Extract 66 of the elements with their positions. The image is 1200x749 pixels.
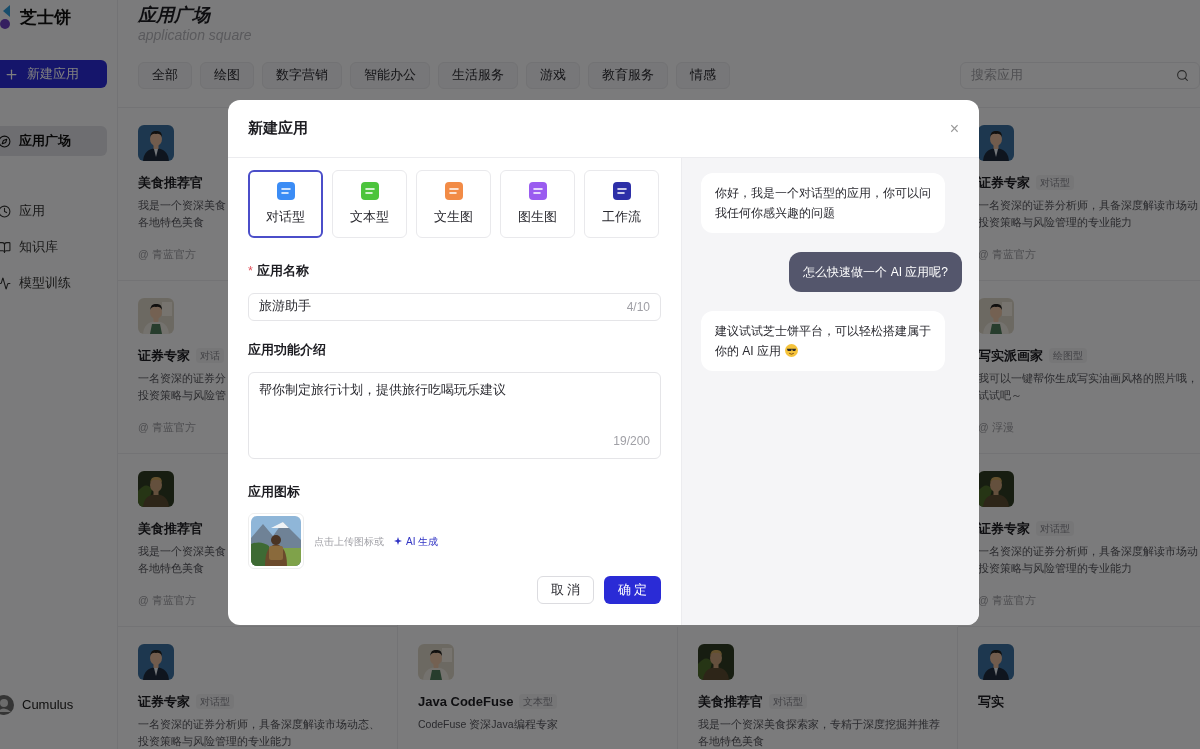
app-description: 各地特色美食 <box>698 733 764 749</box>
user-name: Cumulus <box>22 696 74 715</box>
field-label: 应用功能介绍 <box>248 341 327 359</box>
app-description: 各地特色美食 <box>138 214 204 230</box>
bot-message: 你好，我是一个对话型的应用，你可以问我任何你感兴趣的问题 <box>701 173 945 233</box>
nav-item[interactable]: 知识库 <box>0 232 107 262</box>
plus-icon <box>4 66 19 82</box>
ai-generate-link[interactable]: AI 生成 <box>394 533 439 549</box>
filter-tab[interactable]: 情感 <box>676 62 730 89</box>
app-description: CodeFuse 资深Java编程专家 <box>418 716 558 732</box>
field-value: 帮你制定旅行计划，提供旅行吃喝玩乐建议 <box>259 381 507 399</box>
app-title: 证券专家 <box>138 693 190 711</box>
field-value: 旅游助手 <box>259 298 311 316</box>
filter-tab[interactable]: 游戏 <box>526 62 580 89</box>
field-label: 应用名称 <box>256 262 309 280</box>
nav-item[interactable]: 模型训练 <box>0 268 107 298</box>
nav-item[interactable]: 应用广场 <box>0 126 107 156</box>
filter-tab[interactable]: 数字营销 <box>262 62 342 89</box>
new-app-button[interactable]: 新建应用 <box>0 60 107 88</box>
filter-tab[interactable]: 绘图 <box>200 62 254 89</box>
app-type-option[interactable]: 图生图 <box>500 170 575 238</box>
logo-text: 芝士饼 <box>20 7 71 30</box>
app-type-option[interactable]: 文生图 <box>416 170 491 238</box>
app-type-option[interactable]: 对话型 <box>248 170 323 238</box>
app-intro-field[interactable]: 帮你制定旅行计划，提供旅行吃喝玩乐建议 19/200 <box>248 371 661 459</box>
page-title: 应用广场 <box>138 4 212 27</box>
confirm-button[interactable]: 确 定 <box>604 576 661 604</box>
app-type-option[interactable]: 文本型 <box>332 170 407 238</box>
cancel-button[interactable]: 取 消 <box>537 576 594 604</box>
app-title: Java CodeFuse <box>418 693 514 711</box>
app-title: 证券专家 <box>138 347 190 365</box>
filter-tab[interactable]: 智能办公 <box>350 62 430 89</box>
required-mark: * <box>248 263 253 280</box>
user-message: 怎么快速做一个 AI 应用呢? <box>789 252 962 292</box>
sparkle-icon <box>394 537 402 546</box>
nav-icon <box>0 134 11 148</box>
app-title: 美食推荐官 <box>138 174 203 192</box>
filter-tab[interactable]: 全部 <box>138 62 192 89</box>
app-description: 投资策略与风险管理的专业能力 <box>138 733 292 749</box>
close-button[interactable]: × <box>949 120 959 137</box>
filter-tab[interactable]: 生活服务 <box>438 62 518 89</box>
nav-icon <box>0 204 11 218</box>
char-count: 4/10 <box>626 298 650 316</box>
nav-icon <box>0 276 11 290</box>
upload-hint: 点击上传图标或 <box>314 534 384 549</box>
app-title: 美食推荐官 <box>138 520 203 538</box>
app-name-field[interactable]: 旅游助手 4/10 <box>248 292 661 321</box>
nav-item[interactable]: 应用 <box>0 196 107 226</box>
search-icon <box>1176 69 1189 82</box>
user-avatar <box>0 695 14 715</box>
icon-upload[interactable] <box>248 513 304 570</box>
app-description: 投资策略与风险管 <box>138 387 226 403</box>
filter-tab[interactable]: 教育服务 <box>588 62 668 89</box>
bot-message: 建议试试芝士饼平台，可以轻松搭建属于你的 AI 应用 <box>701 311 945 371</box>
app-title: 写实 <box>978 693 1004 711</box>
field-label: 应用图标 <box>248 483 301 501</box>
app-description: 试试吧～ <box>978 387 1022 403</box>
dialog-title: 新建应用 <box>248 118 308 139</box>
nav-icon <box>0 240 11 254</box>
char-count: 19/200 <box>613 432 650 450</box>
app-title: 美食推荐官 <box>698 693 763 711</box>
app-title: 证券专家 <box>978 520 1030 538</box>
app-title: 证券专家 <box>978 174 1030 192</box>
app-description: 各地特色美食 <box>138 560 204 576</box>
app-type-option[interactable]: 工作流 <box>584 170 659 238</box>
app-description: 我可以一键帮你生成写实油画风格的照片哦， <box>978 370 1198 386</box>
